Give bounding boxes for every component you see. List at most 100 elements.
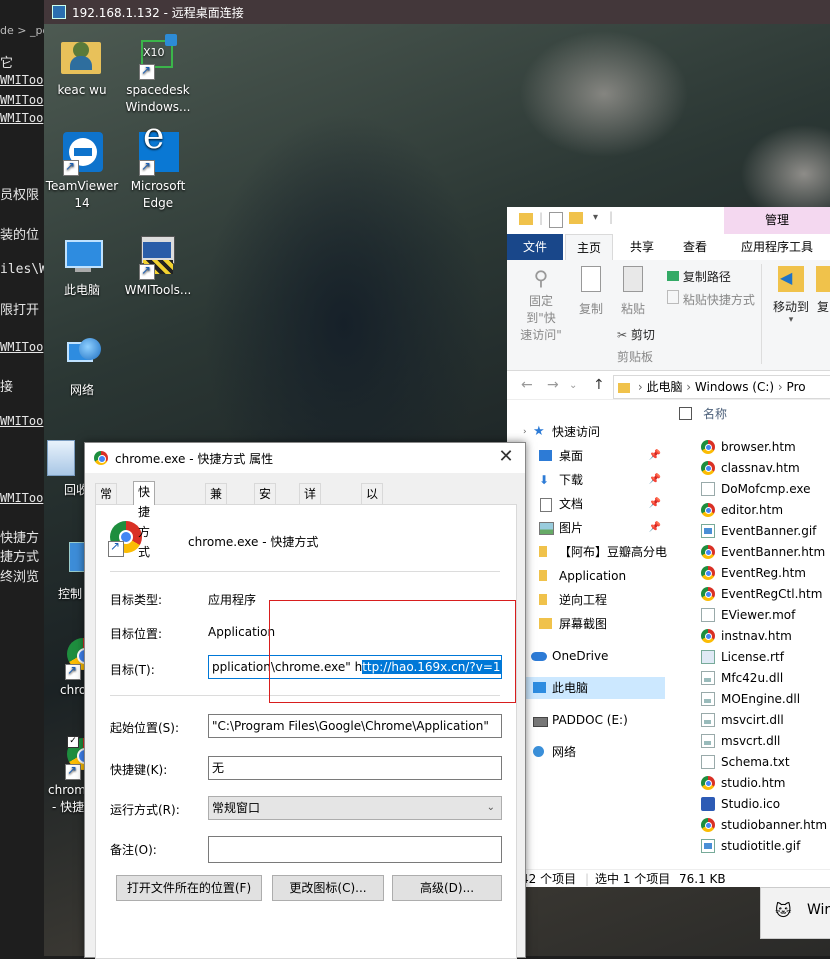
target-type-label: 目标类型: [110,593,163,607]
paste-button[interactable]: 粘贴 [615,266,651,317]
file-row[interactable]: studiobanner.htm [699,815,827,836]
computer-icon [61,236,103,278]
tab-general[interactable]: 常规 [95,483,118,521]
breadcrumb-item[interactable]: Windows (C:) [695,380,774,394]
recent-dropdown-icon[interactable]: ⌄ [569,380,577,391]
copy-icon [581,266,601,292]
copy-path-button[interactable]: 复制路径 [667,268,731,285]
back-arrow-icon[interactable]: ← [521,377,533,393]
run-select[interactable]: 常规窗口 ⌄ [208,796,502,820]
notification-toast[interactable]: 🐱 Wir [760,887,830,939]
file-row[interactable]: Mfc42u.dll [699,668,783,689]
up-arrow-icon[interactable]: ↑ [593,377,605,393]
file-row[interactable]: EventBanner.htm [699,542,825,563]
nav-folder[interactable]: 逆向工程 [507,589,665,611]
file-row[interactable]: studiotitle.gif [699,836,800,857]
tab-home[interactable]: 主页 [565,234,613,261]
desktop-icon-wmitools[interactable]: WMITools... [118,236,198,299]
tab-details[interactable]: 详细信息 [299,483,322,561]
file-row[interactable]: EventReg.htm [699,563,806,584]
gif-file-icon [701,839,715,853]
start-in-input[interactable]: "C:\Program Files\Google\Chrome\Applicat… [208,714,502,738]
file-row[interactable]: browser.htm [699,437,796,458]
edge-icon: e [137,119,179,176]
tab-share[interactable]: 共享 [619,234,665,260]
file-name: Mfc42u.dll [721,671,784,685]
copy-to-button[interactable]: 复 [813,266,830,315]
file-row[interactable]: DoMofcmp.exe [699,479,811,500]
start-in-label: 起始位置(S): [110,721,180,735]
tab-security[interactable]: 安全 [254,483,277,521]
file-row[interactable]: classnav.htm [699,458,800,479]
file-row[interactable]: Schema.txt [699,752,790,773]
file-row[interactable]: instnav.htm [699,626,792,647]
open-file-location-button[interactable]: 打开文件所在的位置(F) [116,875,262,901]
nav-downloads[interactable]: ⬇ 下载 📌 [507,469,665,491]
desktop-icon-user-folder[interactable]: keac wu [42,36,122,99]
desktop-icon-chrome-shortcut[interactable]: ✓ chrom - 快捷 [32,736,99,816]
desktop-icon-network[interactable]: 网络 [42,336,122,399]
nav-documents[interactable]: 文档 📌 [507,493,665,515]
desktop-icon-chrome[interactable]: chro [32,636,99,699]
file-row[interactable]: msvcrt.dll [699,731,780,752]
forward-arrow-icon[interactable]: → [547,377,559,393]
properties-icon[interactable] [549,212,563,228]
file-row[interactable]: studio.htm [699,773,785,794]
desktop-icon-teamviewer[interactable]: TeamViewer 14 [42,132,122,212]
desktop-icon-this-pc[interactable]: 此电脑 [42,236,122,299]
shortcut-key-input[interactable]: 无 [208,756,502,780]
select-all-checkbox[interactable] [679,407,692,420]
desktop-icon-edge[interactable]: e Microsoft Edge [118,119,198,212]
close-button[interactable]: ✕ [495,446,517,468]
nav-network[interactable]: › 网络 [507,741,665,763]
nav-folder[interactable]: 【阿布】豆瓣高分电 [507,541,667,563]
qat-dropdown-icon[interactable]: ▾ [593,212,598,223]
nav-pictures[interactable]: 图片 📌 [507,517,665,539]
paste-shortcut-button[interactable]: 粘贴快捷方式 [667,290,755,308]
code-line: WMIToo [0,93,44,107]
nav-folder[interactable]: 屏幕截图 [507,613,665,635]
advanced-button[interactable]: 高级(D)... [392,875,502,901]
code-line: de > _pos [0,24,44,37]
tab-file[interactable]: 文件 [507,234,563,260]
nav-quick-access[interactable]: › ★ 快速访问 [507,421,665,443]
column-header-name[interactable]: 名称 [703,405,727,422]
tab-compatibility[interactable]: 兼容性 [205,483,228,541]
file-row[interactable]: Studio.ico [699,794,780,815]
breadcrumb-item[interactable]: 此电脑 [646,380,682,394]
nav-drive-e[interactable]: › PADDOC (E:) [507,709,665,731]
change-icon-button[interactable]: 更改图标(C)... [272,875,384,901]
remote-desktop-titlebar[interactable]: 192.168.1.132 - 远程桌面连接 [44,0,830,24]
pin-quick-access-button[interactable]: ⚲ 固定到"快 速访问" [515,266,567,343]
target-location-label: 目标位置: [110,627,163,641]
cut-button[interactable]: ✂ 剪切 [617,326,655,343]
file-row[interactable]: msvcirt.dll [699,710,784,731]
new-folder-icon[interactable] [569,212,583,224]
file-row[interactable]: MOEngine.dll [699,689,800,710]
copy-button[interactable]: 复制 [573,266,609,317]
file-row[interactable]: EViewer.mof [699,605,795,626]
address-bar[interactable]: › 此电脑 › Windows (C:) › Pro [613,375,830,399]
comment-input[interactable] [208,836,502,863]
move-to-button[interactable]: ◀ 移动到 ▾ [771,266,811,325]
exe-file-icon [701,650,715,664]
file-list: 名称 browser.htm classnav.htm DoMofcmp.exe ed… [675,407,830,869]
breadcrumb-item[interactable]: Pro [787,380,806,394]
nav-folder[interactable]: Application [507,565,665,587]
tab-manage[interactable]: 管理 [724,207,830,234]
desktop-icon-control-panel[interactable]: 控制 [32,540,93,603]
tab-previous-versions[interactable]: 以前的版本 [361,483,384,581]
nav-onedrive[interactable]: › OneDrive [507,645,665,667]
desktop-icon-recycle-bin[interactable]: 回收 [32,436,92,499]
file-row[interactable]: EventBanner.gif [699,521,816,542]
tab-app-tools[interactable]: 应用程序工具 [724,234,830,260]
file-row[interactable]: EventRegCtl.htm [699,584,822,605]
dialog-titlebar[interactable]: chrome.exe - 快捷方式 属性 ✕ [85,443,525,473]
file-row[interactable]: License.rtf [699,647,784,668]
nav-this-pc[interactable]: › 此电脑 [507,677,665,699]
tab-shortcut[interactable]: 快捷方式 [133,481,156,559]
file-row[interactable]: editor.htm [699,500,783,521]
nav-desktop[interactable]: 桌面 📌 [507,445,665,467]
desktop-icon-spacedesk[interactable]: X10 spacedesk Windows... [118,34,198,116]
tab-view[interactable]: 查看 [671,234,719,260]
